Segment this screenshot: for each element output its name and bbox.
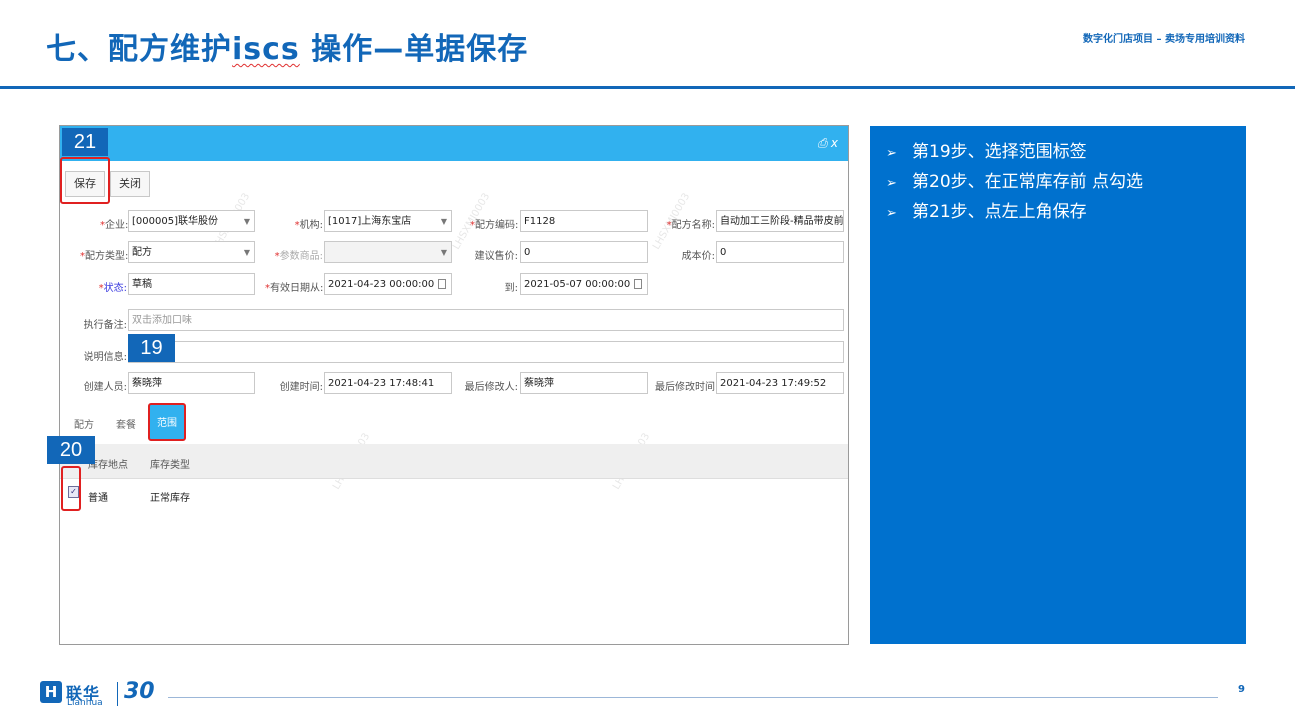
status-field[interactable]: 草稿	[128, 273, 255, 295]
creator-field: 蔡晓萍	[128, 372, 255, 394]
valid-to-label: 到:	[504, 283, 518, 294]
title-wavy: iscs	[232, 32, 300, 67]
desc-field[interactable]	[128, 341, 844, 363]
enterprise-value: [000005]联华股份	[132, 216, 218, 227]
instruction-item: ➢ 第21步、点左上角保存	[886, 198, 1246, 228]
step-19-tag: 19	[128, 334, 175, 362]
creator-label: 创建人员:	[83, 382, 127, 393]
recipe-code-label: 配方编码:	[470, 216, 518, 231]
exec-note-label: 执行备注:	[83, 320, 127, 331]
cost-price-label: 成本价:	[681, 251, 715, 262]
chevron-down-icon: ▼	[243, 248, 250, 257]
page-number: 9	[1238, 684, 1245, 695]
calendar-icon[interactable]	[438, 279, 446, 289]
modifier-label: 最后修改人:	[464, 382, 518, 393]
instruction-text: 第19步、选择范围标签	[912, 142, 1087, 162]
valid-to-value: 2021-05-07 00:00:00	[524, 279, 631, 290]
logo-divider	[117, 682, 118, 706]
highlight-save	[60, 157, 110, 204]
recipe-type-label: 配方类型:	[80, 247, 128, 262]
chevron-down-icon: ▼	[440, 248, 447, 257]
window-header: ⎙ x	[60, 126, 848, 161]
recipe-type-select[interactable]: 配方 ▼	[128, 241, 255, 263]
grid-cell-type: 正常库存	[150, 493, 190, 504]
logo-text-en: Lianhua	[67, 698, 103, 708]
status-label: 状态:	[90, 279, 127, 294]
ref-product-select: ▼	[324, 241, 452, 263]
valid-to-field[interactable]: 2021-05-07 00:00:00	[520, 273, 648, 295]
recipe-name-field[interactable]: 自动加工三阶段-精品带皮前腿肉	[716, 210, 844, 232]
title-divider	[0, 86, 1295, 89]
step-20-tag: 20	[47, 436, 95, 464]
enterprise-select[interactable]: [000005]联华股份 ▼	[128, 210, 255, 232]
enterprise-label: 企业:	[100, 216, 128, 231]
slide-title: 七、配方维护iscs 操作—单据保存	[46, 24, 528, 68]
recipe-type-value: 配方	[132, 247, 152, 258]
instruction-text: 第20步、在正常库存前 点勾选	[912, 172, 1144, 192]
org-value: [1017]上海东宝店	[328, 216, 412, 227]
tab-package[interactable]: 套餐	[116, 416, 136, 431]
logo-mark: H	[40, 681, 62, 703]
instruction-panel: ➢ 第19步、选择范围标签 ➢ 第20步、在正常库存前 点勾选 ➢ 第21步、点左上角…	[870, 126, 1246, 644]
suggest-price-field[interactable]: 0	[520, 241, 648, 263]
chevron-down-icon: ▼	[440, 217, 447, 226]
app-window: ⎙ x 保存 关闭 LHSXMJ0003 LHSXMJ0003 LHSXMJ00…	[59, 125, 849, 645]
grid-cell-location: 普通	[88, 493, 108, 504]
arrow-icon: ➢	[886, 206, 897, 221]
modified-at-field: 2021-04-23 17:49:52	[716, 372, 844, 394]
modified-at-label: 最后修改时间:	[655, 382, 719, 393]
instruction-item: ➢ 第20步、在正常库存前 点勾选	[886, 168, 1246, 198]
instruction-item: ➢ 第19步、选择范围标签	[886, 138, 1246, 168]
created-at-label: 创建时间:	[279, 382, 323, 393]
close-button[interactable]: 关闭	[110, 171, 150, 197]
chevron-down-icon: ▼	[243, 217, 250, 226]
anniversary-badge: 30	[124, 679, 155, 704]
desc-label: 说明信息:	[83, 352, 127, 363]
tab-scope[interactable]: 范围	[148, 403, 186, 441]
exec-note-field[interactable]: 双击添加口味	[128, 309, 844, 331]
instruction-list: ➢ 第19步、选择范围标签 ➢ 第20步、在正常库存前 点勾选 ➢ 第21步、点左上角…	[870, 126, 1246, 228]
window-controls[interactable]: ⎙ x	[817, 136, 838, 151]
grid-header-type[interactable]: 库存类型	[150, 456, 190, 471]
title-suffix: 操作—单据保存	[299, 32, 529, 67]
modifier-field: 蔡晓萍	[520, 372, 648, 394]
recipe-code-field[interactable]: F1128	[520, 210, 648, 232]
step-21-tag: 21	[62, 128, 108, 156]
tab-recipe[interactable]: 配方	[74, 416, 94, 431]
footer-divider	[168, 697, 1218, 698]
cost-price-field[interactable]: 0	[716, 241, 844, 263]
valid-from-value: 2021-04-23 00:00:00	[328, 279, 435, 290]
title-prefix: 七、配方维护	[46, 32, 232, 67]
slide-subtitle: 数字化门店项目 – 卖场专用培训资料	[1083, 34, 1245, 45]
calendar-icon[interactable]	[634, 279, 642, 289]
valid-from-label: 有效日期从:	[265, 279, 323, 294]
valid-from-field[interactable]: 2021-04-23 00:00:00	[324, 273, 452, 295]
arrow-icon: ➢	[886, 176, 897, 191]
instruction-text: 第21步、点左上角保存	[912, 202, 1087, 222]
org-label: 机构:	[290, 216, 323, 231]
recipe-name-label: 配方名称:	[666, 216, 715, 231]
org-select[interactable]: [1017]上海东宝店 ▼	[324, 210, 452, 232]
highlight-checkbox	[61, 466, 81, 511]
created-at-field: 2021-04-23 17:48:41	[324, 372, 452, 394]
ref-product-label: 参数商品:	[270, 247, 323, 262]
suggest-price-label: 建议售价:	[474, 251, 518, 262]
arrow-icon: ➢	[886, 146, 897, 161]
